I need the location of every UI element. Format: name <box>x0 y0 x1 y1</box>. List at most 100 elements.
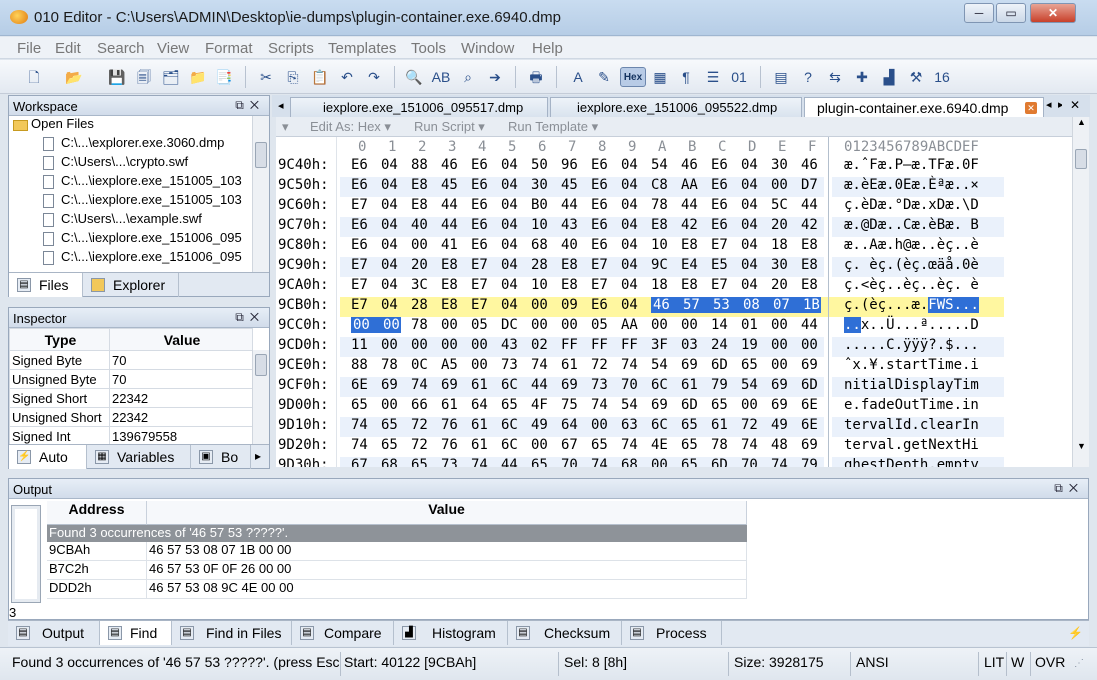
hex-byte[interactable]: 04 <box>741 257 765 273</box>
hex-byte[interactable]: 65 <box>531 457 555 467</box>
hex-byte[interactable]: 28 <box>531 257 555 273</box>
hex-byte[interactable]: 6C <box>501 437 525 453</box>
ascii-text[interactable]: ç.<èç..èç..èç. è <box>844 277 979 293</box>
menu-window[interactable]: Window <box>461 40 514 57</box>
hex-byte[interactable]: 00 <box>441 337 465 353</box>
file-item[interactable]: C:\...\iexplore.exe_151006_095 <box>9 249 269 268</box>
minimize-button[interactable]: ─ <box>964 3 994 23</box>
hex-byte[interactable]: 69 <box>441 377 465 393</box>
hex-byte[interactable]: 44 <box>801 197 825 213</box>
cut-icon[interactable]: ✂ <box>256 67 276 87</box>
hex-byte[interactable]: 72 <box>411 417 435 433</box>
hex-byte[interactable]: FF <box>561 337 585 353</box>
save-icon[interactable]: 💾 <box>107 67 127 87</box>
hex-byte[interactable]: 4E <box>651 437 675 453</box>
hex-byte[interactable]: E6 <box>711 157 735 173</box>
hex-byte[interactable]: 00 <box>531 317 555 333</box>
hex-byte[interactable]: 30 <box>771 257 795 273</box>
hex-byte[interactable]: 5C <box>771 197 795 213</box>
hex-byte[interactable]: 28 <box>411 297 435 313</box>
hex-byte[interactable]: E6 <box>711 177 735 193</box>
hex-byte[interactable]: 61 <box>471 377 495 393</box>
ascii-text[interactable]: e.fadeOutTime.in <box>844 397 979 413</box>
hex-byte[interactable]: 74 <box>741 437 765 453</box>
hex-byte[interactable]: 67 <box>561 437 585 453</box>
ascii-text[interactable]: nitialDisplayTim <box>844 377 979 393</box>
menu-tools[interactable]: Tools <box>411 40 446 57</box>
status-w[interactable]: W <box>1011 654 1024 670</box>
inspector-row[interactable]: Signed Int 139679558 <box>9 426 253 444</box>
hex-byte[interactable]: 53 <box>711 297 741 313</box>
hex-byte[interactable]: 01 <box>741 317 765 333</box>
doc-tab[interactable]: iexplore.exe_151006_095517.dmp <box>290 97 548 117</box>
run-template-dropdown[interactable]: Run Template ▾ <box>508 119 598 135</box>
hex-byte[interactable]: 08 <box>741 297 771 313</box>
hex-byte[interactable]: 72 <box>411 437 435 453</box>
file-item[interactable]: C:\Users\...\crypto.swf <box>9 154 269 173</box>
hex-byte[interactable]: 73 <box>441 457 465 467</box>
hex-byte[interactable]: 79 <box>801 457 825 467</box>
hex-byte[interactable]: 04 <box>501 277 525 293</box>
hex-byte[interactable]: E6 <box>351 217 375 233</box>
hex-byte[interactable]: 6E <box>801 417 825 433</box>
hex-byte[interactable]: 00 <box>381 317 401 333</box>
hex-byte[interactable]: E6 <box>591 237 615 253</box>
hex-mode-toggle[interactable]: Hex <box>620 67 646 87</box>
hex-row[interactable]: 9CE0h: 88 78 0C A5 00 73 74 61 72 74 54 69 6D 65 00 69 ˆx… <box>276 357 1072 377</box>
hex-byte[interactable]: E7 <box>711 237 735 253</box>
hex-byte[interactable]: E7 <box>471 257 495 273</box>
hex-byte[interactable]: 6D <box>711 457 735 467</box>
hex-byte[interactable]: 43 <box>561 217 585 233</box>
hex-byte[interactable]: 6C <box>651 417 675 433</box>
hex-byte[interactable]: 61 <box>441 397 465 413</box>
ascii-text[interactable]: æ.èEæ.0Eæ.Èªæ..× <box>844 177 979 193</box>
hex-byte[interactable]: 20 <box>771 277 795 293</box>
hex-byte[interactable]: 3F <box>651 337 675 353</box>
hex-byte[interactable]: 96 <box>561 157 585 173</box>
hex-row[interactable]: 9D30h: 67 68 65 73 74 44 65 70 74 68 00 65 6D 70 74 79 gh… <box>276 457 1072 467</box>
save-all-icon[interactable]: 🗂 <box>161 67 181 87</box>
file-item[interactable]: C:\...\explorer.exe.3060.dmp <box>9 135 269 154</box>
hex-byte[interactable]: 04 <box>621 237 645 253</box>
hex-byte[interactable]: 04 <box>741 217 765 233</box>
hex-byte[interactable]: 04 <box>501 297 525 313</box>
hex-byte[interactable]: 54 <box>651 157 675 173</box>
hex-byte[interactable]: 11 <box>351 337 375 353</box>
paragraph-icon[interactable]: ¶ <box>676 67 696 87</box>
result-row[interactable]: B7C2h 46 57 53 0F 0F 26 00 00 <box>47 561 1086 580</box>
open-files-folder[interactable]: Open Files <box>9 116 269 135</box>
hex-byte[interactable]: 3C <box>411 277 435 293</box>
hex-editor[interactable]: 0 1 2 3 4 5 6 7 8 9 A B C D E F 0123456789ABCDEF 9C40h: E… <box>276 137 1072 467</box>
font-icon[interactable]: A <box>568 67 588 87</box>
hex-byte[interactable]: 04 <box>621 277 645 293</box>
hex-byte[interactable]: 10 <box>531 277 555 293</box>
hex-byte[interactable]: 67 <box>351 457 375 467</box>
tab-compare[interactable]: ▤ Compare <box>292 621 394 645</box>
hex-byte[interactable]: 61 <box>711 417 735 433</box>
hex-byte[interactable]: E5 <box>711 257 735 273</box>
hex-byte[interactable]: 65 <box>411 457 435 467</box>
hex-byte[interactable]: 44 <box>441 197 465 213</box>
hex-byte[interactable]: E7 <box>591 257 615 273</box>
hex-byte[interactable]: 74 <box>591 457 615 467</box>
hex-byte[interactable]: E8 <box>441 277 465 293</box>
hex-byte[interactable]: 6C <box>501 417 525 433</box>
hex-byte[interactable]: 00 <box>651 317 675 333</box>
hex-byte[interactable]: E8 <box>681 277 705 293</box>
ascii-text[interactable]: æ.ˆFæ.P–æ.TFæ.0F <box>844 157 979 173</box>
hex-byte[interactable]: 04 <box>381 257 405 273</box>
hex-byte[interactable]: 65 <box>381 417 405 433</box>
hex-byte[interactable]: 24 <box>711 337 735 353</box>
hex-row[interactable]: 9CD0h: 11 00 00 00 00 43 02 FF FF FF 3F 03 24 19 00 00..… <box>276 337 1072 357</box>
hex-byte[interactable]: 69 <box>801 357 825 373</box>
status-encoding[interactable]: ANSI <box>856 654 889 670</box>
hex-byte[interactable]: 69 <box>381 377 405 393</box>
hex-row[interactable]: 9C80h: E6 04 00 41 E6 04 68 40 E6 04 10 E8 E7 04 18 E8 æ.… <box>276 237 1072 257</box>
hex-byte[interactable]: 70 <box>741 457 765 467</box>
hex-byte[interactable]: 04 <box>741 197 765 213</box>
ascii-text[interactable]: ghestDepth.empty <box>844 457 979 467</box>
hex-byte[interactable]: 00 <box>411 337 435 353</box>
hex-byte[interactable]: 61 <box>471 417 495 433</box>
hex-byte[interactable]: 04 <box>501 257 525 273</box>
hex-byte[interactable]: 57 <box>681 297 711 313</box>
